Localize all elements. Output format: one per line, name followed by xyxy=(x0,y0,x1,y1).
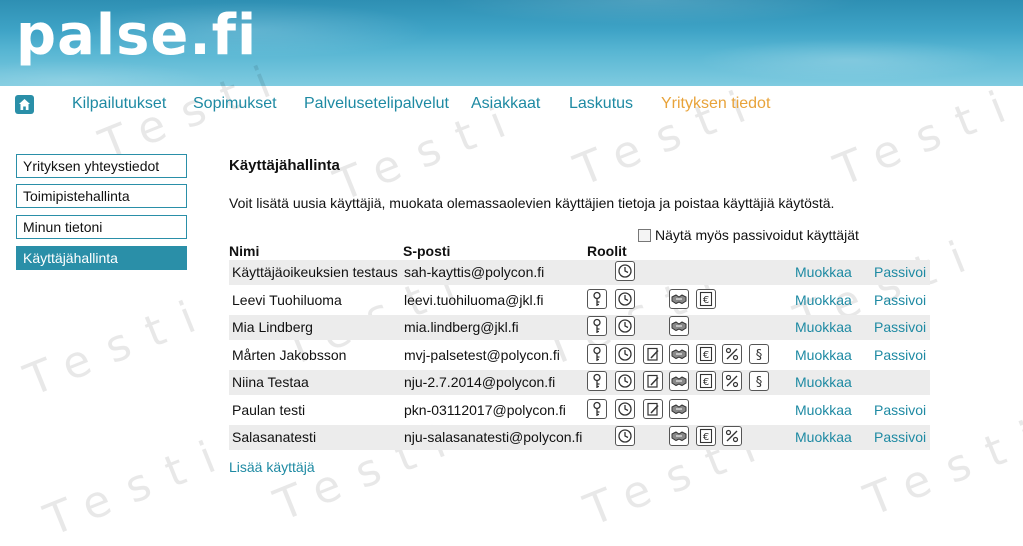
passivate-user-link[interactable]: Passivoi xyxy=(874,429,926,445)
nav-item-asiakkaat[interactable]: Asiakkaat xyxy=(471,95,540,113)
paragraph-icon: § xyxy=(749,344,769,364)
passivate-user-link[interactable]: Passivoi xyxy=(874,264,926,280)
passivate-user-link[interactable]: Passivoi xyxy=(874,319,926,335)
table-row: Niina Testaa nju-2.7.2014@polycon.fi € § Muo… xyxy=(229,370,930,395)
table-row: Paulan testi pkn-03112017@polycon.fi Muokk… xyxy=(229,398,930,423)
euro-icon: € xyxy=(696,344,716,364)
user-name: Käyttäjäoikeuksien testaus xyxy=(232,264,398,280)
edit-icon xyxy=(643,371,663,391)
edit-user-link[interactable]: Muokkaa xyxy=(795,264,852,280)
user-email: mia.lindberg@jkl.fi xyxy=(404,319,519,335)
home-icon[interactable] xyxy=(15,95,34,114)
passivate-user-link[interactable]: Passivoi xyxy=(874,402,926,418)
edit-user-link[interactable]: Muokkaa xyxy=(795,319,852,335)
handshake-icon xyxy=(669,426,689,446)
show-passive-label: Näytä myös passivoidut käyttäjät xyxy=(655,227,859,243)
svg-text:€: € xyxy=(703,295,709,306)
clock-icon xyxy=(615,371,635,391)
svg-text:€: € xyxy=(703,377,709,388)
edit-icon xyxy=(643,399,663,419)
show-passive-checkbox[interactable] xyxy=(638,228,651,242)
column-header-email: S-posti xyxy=(403,243,451,259)
passivate-user-link[interactable]: Passivoi xyxy=(874,292,926,308)
percent-icon xyxy=(722,344,742,364)
svg-text:§: § xyxy=(756,375,763,389)
table-row: Käyttäjäoikeuksien testaus sah-kayttis@po… xyxy=(229,260,930,285)
key-icon xyxy=(587,399,607,419)
handshake-icon xyxy=(669,344,689,364)
paragraph-icon: § xyxy=(749,371,769,391)
percent-icon xyxy=(722,426,742,446)
user-email: nju-2.7.2014@polycon.fi xyxy=(404,374,556,390)
header-banner: palse.fi xyxy=(0,0,1023,86)
handshake-icon xyxy=(669,399,689,419)
clock-icon xyxy=(615,289,635,309)
page-description: Voit lisätä uusia käyttäjiä, muokata ole… xyxy=(229,195,835,211)
watermark-text: Testi xyxy=(17,284,222,407)
handshake-icon xyxy=(669,316,689,336)
clock-icon xyxy=(615,426,635,446)
user-name: Salasanatesti xyxy=(232,429,317,445)
key-icon xyxy=(587,289,607,309)
svg-text:€: € xyxy=(703,432,709,443)
euro-icon: € xyxy=(696,426,716,446)
sidebar-item-toimipistehallinta[interactable]: Toimipistehallinta xyxy=(16,184,187,208)
user-name: Leevi Tuohiluoma xyxy=(232,292,342,308)
sidebar-item-yhteystiedot[interactable]: Yrityksen yhteystiedot xyxy=(16,154,187,178)
user-email: sah-kayttis@polycon.fi xyxy=(404,264,545,280)
key-icon xyxy=(587,344,607,364)
edit-user-link[interactable]: Muokkaa xyxy=(795,374,852,390)
key-icon xyxy=(587,371,607,391)
sidebar-item-kayttajahallinta[interactable]: Käyttäjähallinta xyxy=(16,246,187,270)
edit-user-link[interactable]: Muokkaa xyxy=(795,292,852,308)
passivate-user-link[interactable]: Passivoi xyxy=(874,347,926,363)
handshake-icon xyxy=(669,371,689,391)
site-logo[interactable]: palse.fi xyxy=(16,4,257,68)
column-header-name: Nimi xyxy=(229,243,260,259)
table-row: Mia Lindberg mia.lindberg@jkl.fi Muokkaa Pa… xyxy=(229,315,930,340)
nav-item-sopimukset[interactable]: Sopimukset xyxy=(193,95,277,113)
euro-icon: € xyxy=(696,289,716,309)
user-name: Mia Lindberg xyxy=(232,319,313,335)
nav-item-yrityksen-tiedot[interactable]: Yrityksen tiedot xyxy=(661,95,770,113)
handshake-icon xyxy=(669,289,689,309)
edit-user-link[interactable]: Muokkaa xyxy=(795,347,852,363)
nav-item-laskutus[interactable]: Laskutus xyxy=(569,95,633,113)
user-name: Paulan testi xyxy=(232,402,306,418)
table-row: Leevi Tuohiluoma leevi.tuohiluoma@jkl.fi €… xyxy=(229,288,930,313)
user-email: leevi.tuohiluoma@jkl.fi xyxy=(404,292,544,308)
user-name: Mårten Jakobsson xyxy=(232,347,347,363)
edit-icon xyxy=(643,344,663,364)
user-email: nju-salasanatesti@polycon.fi xyxy=(404,429,583,445)
page-title: Käyttäjähallinta xyxy=(229,157,340,174)
user-name: Niina Testaa xyxy=(232,374,309,390)
clock-icon xyxy=(615,399,635,419)
nav-item-palvelusetelipalvelut[interactable]: Palvelusetelipalvelut xyxy=(304,95,449,113)
add-user-link[interactable]: Lisää käyttäjä xyxy=(229,459,315,475)
watermark-text: Testi xyxy=(37,424,242,546)
edit-user-link[interactable]: Muokkaa xyxy=(795,429,852,445)
main-nav: Kilpailutukset Sopimukset Palvelusetelip… xyxy=(0,88,1023,124)
sidebar-item-minun-tietoni[interactable]: Minun tietoni xyxy=(16,215,187,239)
table-row: Mårten Jakobsson mvj-palsetest@polycon.fi… xyxy=(229,343,930,368)
euro-icon: € xyxy=(696,371,716,391)
table-row: Salasanatesti nju-salasanatesti@polycon.f… xyxy=(229,425,930,450)
svg-text:€: € xyxy=(703,350,709,361)
user-email: pkn-03112017@polycon.fi xyxy=(404,402,566,418)
percent-icon xyxy=(722,371,742,391)
svg-text:§: § xyxy=(756,348,763,362)
show-passive-toggle[interactable]: Näytä myös passivoidut käyttäjät xyxy=(638,227,859,243)
nav-item-kilpailutukset[interactable]: Kilpailutukset xyxy=(72,95,166,113)
column-header-roles: Roolit xyxy=(587,243,627,259)
clock-icon xyxy=(615,261,635,281)
clock-icon xyxy=(615,344,635,364)
key-icon xyxy=(587,316,607,336)
edit-user-link[interactable]: Muokkaa xyxy=(795,402,852,418)
clock-icon xyxy=(615,316,635,336)
user-email: mvj-palsetest@polycon.fi xyxy=(404,347,560,363)
